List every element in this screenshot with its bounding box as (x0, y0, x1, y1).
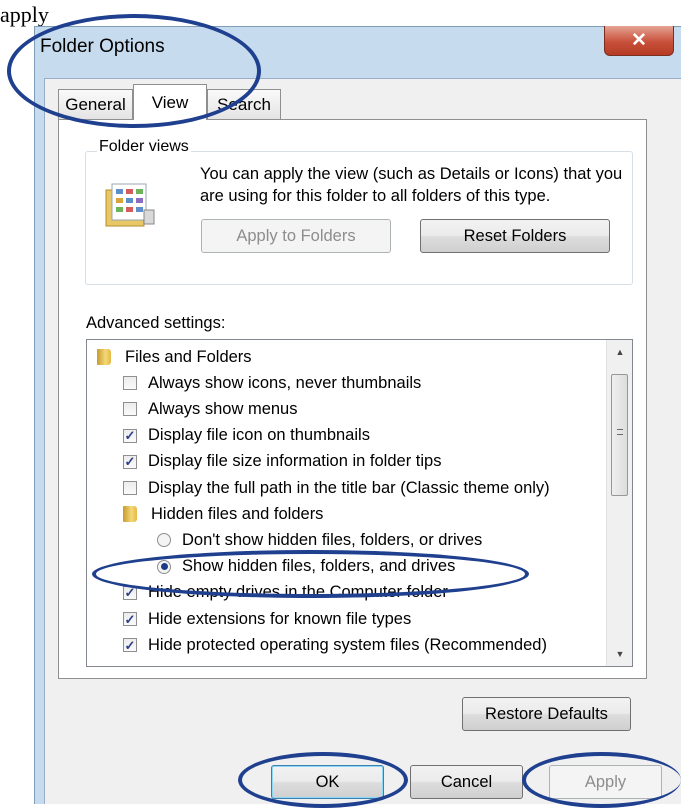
tree-checkbox-item[interactable]: ✓ Display file size information in folder… (87, 449, 441, 475)
checkbox[interactable] (123, 376, 137, 391)
close-x-icon: ✕ (631, 30, 647, 51)
page-caption: apply (0, 2, 49, 27)
restore-defaults-button[interactable]: Restore Defaults (462, 697, 631, 731)
tree-checkbox-item[interactable]: ✓ Display file icon on thumbnails (87, 423, 370, 449)
close-button[interactable]: ✕ (604, 26, 674, 56)
folder-view-icon (105, 183, 155, 227)
tree-item-label: Files and Folders (125, 347, 252, 366)
scroll-down-arrow-icon[interactable]: ▼ (607, 642, 632, 666)
tree-item-label: Hide protected operating system files (R… (148, 635, 547, 654)
advanced-settings-tree[interactable]: Files and Folders Always show icons, neve… (86, 339, 633, 667)
tree-scrollbar[interactable]: ▲ ▼ (606, 340, 632, 666)
checkbox[interactable]: ✓ (123, 428, 137, 443)
checkbox[interactable]: ✓ (123, 638, 137, 653)
radio-button[interactable] (157, 533, 171, 548)
scroll-up-arrow-icon[interactable]: ▲ (607, 340, 632, 364)
annotation-oval-title (7, 14, 261, 128)
apply-to-folders-button[interactable]: Apply to Folders (201, 219, 391, 253)
annotation-oval-ok (238, 752, 408, 808)
tree-item-label: Hide extensions for known file types (148, 609, 412, 628)
annotation-oval-show-hidden (92, 550, 529, 598)
folder-icon (97, 349, 111, 365)
cancel-button[interactable]: Cancel (410, 765, 523, 799)
tree-item-label: Display file icon on thumbnails (148, 426, 370, 445)
annotation-oval-apply (522, 752, 681, 808)
tree-folder-item: Hidden files and folders (87, 501, 323, 527)
tree-item-label: Always show icons, never thumbnails (148, 373, 422, 392)
folder-views-legend: Folder views (97, 138, 191, 156)
folder-views-description: You can apply the view (such as Details … (200, 165, 623, 205)
tree-item-label: Always show menus (148, 399, 298, 418)
tree-checkbox-item[interactable]: ✓ Hide extensions for known file types (87, 606, 411, 632)
scroll-thumb[interactable] (611, 374, 628, 496)
checkbox[interactable]: ✓ (123, 454, 137, 469)
checkbox[interactable]: ✓ (123, 612, 137, 626)
tree-checkbox-item[interactable]: Display the full path in the title bar (… (87, 475, 550, 501)
tree-item-label: Hidden files and folders (151, 504, 324, 523)
reset-folders-button[interactable]: Reset Folders (420, 219, 610, 253)
tree-item-label: Don't show hidden files, folders, or dri… (182, 530, 483, 549)
tree-checkbox-item[interactable]: Always show icons, never thumbnails (87, 370, 421, 396)
advanced-settings-label: Advanced settings: (86, 314, 226, 332)
folder-icon (123, 506, 137, 523)
tree-checkbox-item[interactable]: ✓ Hide protected operating system files (… (87, 632, 547, 658)
tree-checkbox-item[interactable]: Always show menus (87, 396, 297, 422)
tree-folder-item: Files and Folders (87, 344, 252, 370)
tree-item-label: Display file size information in folder … (148, 452, 442, 471)
scroll-grip-icon (617, 429, 623, 435)
tree-item-label: Display the full path in the title bar (… (148, 478, 550, 497)
checkbox[interactable] (123, 402, 137, 417)
checkbox[interactable] (123, 481, 137, 495)
